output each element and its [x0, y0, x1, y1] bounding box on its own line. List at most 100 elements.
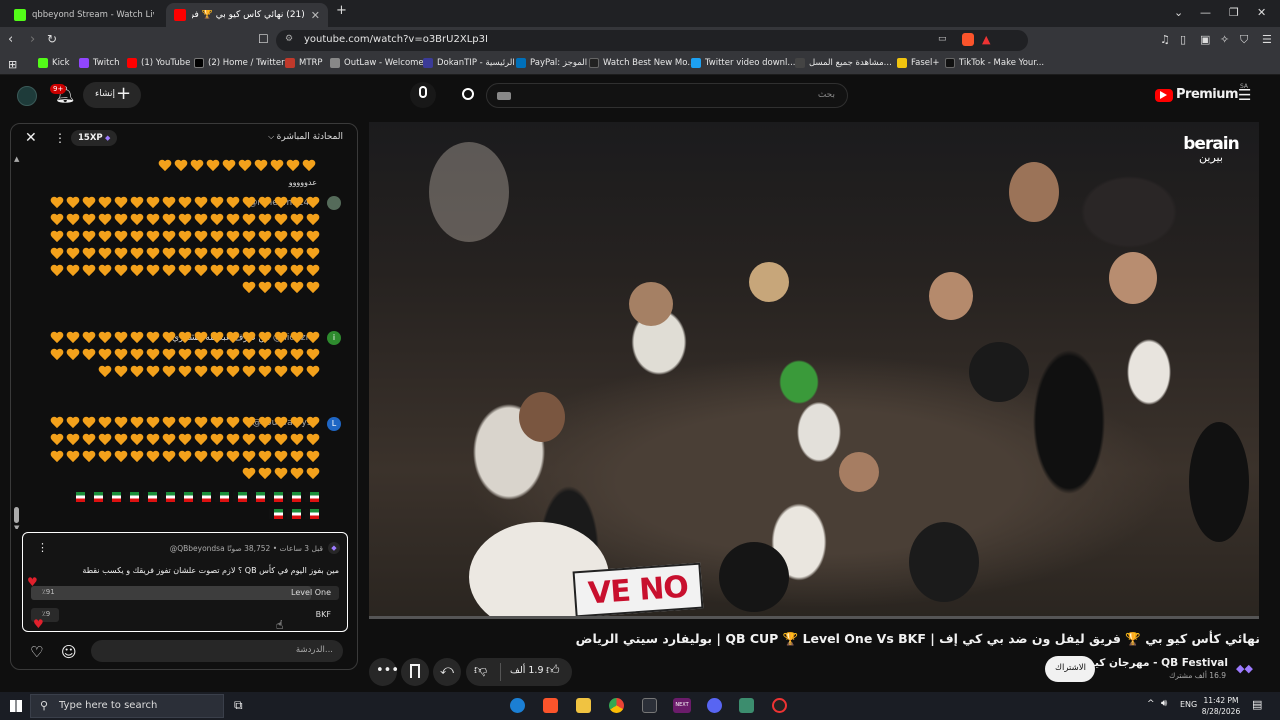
bookmark-dokantip[interactable]: DokanTIP - الرئيسية	[423, 58, 515, 68]
video-progress-bar[interactable]	[369, 616, 1259, 619]
reload-icon[interactable]: ↻	[47, 32, 57, 46]
kuwait-flag-emoji	[197, 492, 211, 502]
apps-grid-icon[interactable]: ⊞	[8, 58, 17, 71]
bookmark-page-icon[interactable]: ☐	[258, 32, 269, 46]
poll-option-bkf[interactable]: ٪9 BKF	[31, 608, 339, 622]
windows-start-icon[interactable]	[10, 700, 22, 712]
channel-avatar-icon[interactable]: ◆◆	[1236, 662, 1256, 676]
brave-shield-icon[interactable]	[962, 33, 974, 46]
bookmark-youtube[interactable]: (1) YouTube	[127, 58, 190, 68]
close-window-icon[interactable]: ✕	[1257, 6, 1266, 19]
cast-icon[interactable]: ▭	[938, 34, 947, 44]
scroll-down-icon[interactable]: ▼	[14, 524, 19, 529]
dislike-button[interactable]: 👎︎	[474, 663, 487, 678]
app-icon[interactable]	[642, 698, 657, 713]
bookmark-twitch[interactable]: Twitch	[79, 58, 120, 68]
bookmark-fasel[interactable]: Fasel+	[897, 58, 939, 68]
account-avatar[interactable]	[17, 86, 37, 106]
bookmark-kick[interactable]: Kick	[38, 58, 70, 68]
orange-heart-emoji	[114, 231, 128, 244]
poll-option-level-one[interactable]: ٪91 Level One	[31, 586, 339, 600]
next-app-icon[interactable]: NEXT	[673, 698, 691, 713]
emoji-picker-icon[interactable]: ☺	[61, 643, 77, 661]
chat-input[interactable]: الدردشة...	[91, 640, 343, 662]
taskbar-search-input[interactable]: ⚲ Type here to search	[30, 694, 224, 718]
file-explorer-icon[interactable]	[576, 698, 591, 713]
edge-icon[interactable]	[510, 698, 525, 713]
address-bar[interactable]: ⚙ youtube.com/watch?v=o3BrU2XLp3I ▭ ▲	[276, 30, 1028, 51]
forward-arrow-icon[interactable]: ›	[30, 32, 35, 47]
user-avatar[interactable]: L	[327, 417, 341, 431]
clock[interactable]: 11:42 PM 8/28/2026	[1200, 695, 1242, 717]
brave-icon[interactable]	[543, 698, 558, 713]
channel-avatar[interactable]: ◆	[328, 542, 340, 554]
user-avatar[interactable]	[327, 196, 341, 210]
vpn-shield-icon[interactable]: ⛉	[1240, 33, 1248, 47]
xp-badge[interactable]: 15XP ◆	[71, 130, 118, 146]
new-tab-button[interactable]: +	[336, 3, 347, 18]
heart-react-button-icon[interactable]: ♡	[30, 643, 43, 661]
media-controls-icon[interactable]: ♫	[1160, 33, 1170, 46]
bookmark-tiktok[interactable]: TikTok - Make Your...	[945, 58, 1044, 68]
wallet-icon[interactable]: ▣	[1200, 33, 1210, 46]
orange-heart-emoji	[66, 332, 80, 345]
like-button[interactable]: 👍︎	[546, 663, 560, 678]
volume-icon[interactable]: 🔊︎	[1161, 698, 1167, 709]
orange-heart-emoji	[162, 332, 176, 345]
chat-more-icon[interactable]: ⋮	[54, 131, 66, 145]
browser-menu-icon[interactable]: ☰	[1262, 33, 1272, 46]
browser-tab-strip: qbbeyond Stream - Watch Live o (21) نهائ…	[0, 0, 1280, 27]
close-tab-icon[interactable]: ✕	[311, 9, 320, 22]
bookmark-mtrp[interactable]: MTRP	[285, 58, 323, 68]
bookmark-twitter-home[interactable]: (2) Home / Twitter	[194, 58, 285, 68]
leo-ai-icon[interactable]: ✧	[1220, 33, 1229, 46]
close-chat-icon[interactable]: ✕	[25, 130, 37, 146]
bookmark-paypal[interactable]: PayPal: الموجز	[516, 58, 587, 68]
scroll-up-icon[interactable]: ▲	[14, 155, 19, 163]
orange-heart-emoji	[242, 434, 256, 447]
minimize-icon[interactable]: —	[1200, 6, 1211, 19]
chat-mode-dropdown[interactable]: ⌵ المحادثة المباشرة	[268, 132, 343, 142]
site-info-icon[interactable]: ⚙	[285, 34, 293, 44]
user-avatar[interactable]: i	[327, 331, 341, 345]
share-button[interactable]: ⤺	[433, 658, 461, 686]
tray-chevron-icon[interactable]: ^	[1147, 699, 1155, 709]
language-indicator[interactable]: ENG	[1180, 700, 1197, 709]
create-button[interactable]: إنشاء +	[83, 82, 141, 108]
orange-heart-emoji	[274, 468, 288, 481]
orange-heart-emoji	[82, 231, 96, 244]
tab-youtube-video[interactable]: (21) نهائي كأس كيو بي 🏆 فريق ل ✕	[166, 3, 328, 27]
bookmark-series[interactable]: مشاهدة جميع المسل...	[795, 58, 892, 68]
guide-menu-icon[interactable]: ☰	[1238, 86, 1251, 104]
bookmark-twitter-downloader[interactable]: Twitter video downl...	[691, 58, 796, 68]
app-icon[interactable]	[739, 698, 754, 713]
search-input[interactable]: بحث	[486, 83, 848, 108]
orange-heart-emoji	[146, 197, 160, 210]
poll-more-icon[interactable]: ⋮	[37, 541, 48, 554]
brave-rewards-icon[interactable]: ▲	[982, 33, 990, 46]
bookmark-outlaw[interactable]: OutLaw - Welcome	[330, 58, 424, 68]
chrome-icon[interactable]	[609, 698, 624, 713]
more-actions-button[interactable]: •••	[369, 658, 399, 686]
back-arrow-icon[interactable]: ‹	[8, 32, 13, 47]
subscribe-button[interactable]: الاشتراك	[1045, 656, 1095, 682]
restore-icon[interactable]: ❐	[1229, 6, 1239, 19]
tab-search-chevron-icon[interactable]: ⌄	[1174, 6, 1183, 19]
chat-scrollbar-thumb[interactable]	[14, 507, 19, 523]
obs-icon[interactable]	[772, 698, 787, 713]
sidebar-icon[interactable]: ▯	[1180, 33, 1186, 46]
notification-center-icon[interactable]: ▤	[1252, 698, 1262, 711]
save-button[interactable]	[401, 658, 429, 686]
orange-heart-emoji	[226, 248, 240, 261]
bookmark-watch-movies[interactable]: Watch Best New Mo...	[589, 58, 695, 68]
tab-qbbeyond-stream[interactable]: qbbeyond Stream - Watch Live o	[6, 3, 162, 27]
video-player[interactable]: VE NO berain بيرين	[369, 122, 1259, 619]
task-view-icon[interactable]: ⧉	[234, 698, 243, 713]
channel-name[interactable]: QB Festival - مهرجان كيو بي	[1070, 657, 1228, 669]
youtube-icon	[127, 58, 137, 68]
keyboard-icon[interactable]	[497, 92, 511, 100]
search-button[interactable]	[448, 82, 486, 108]
kuwait-flag-emoji	[179, 492, 193, 502]
voice-search-button[interactable]	[410, 82, 436, 108]
discord-icon[interactable]	[707, 698, 722, 713]
